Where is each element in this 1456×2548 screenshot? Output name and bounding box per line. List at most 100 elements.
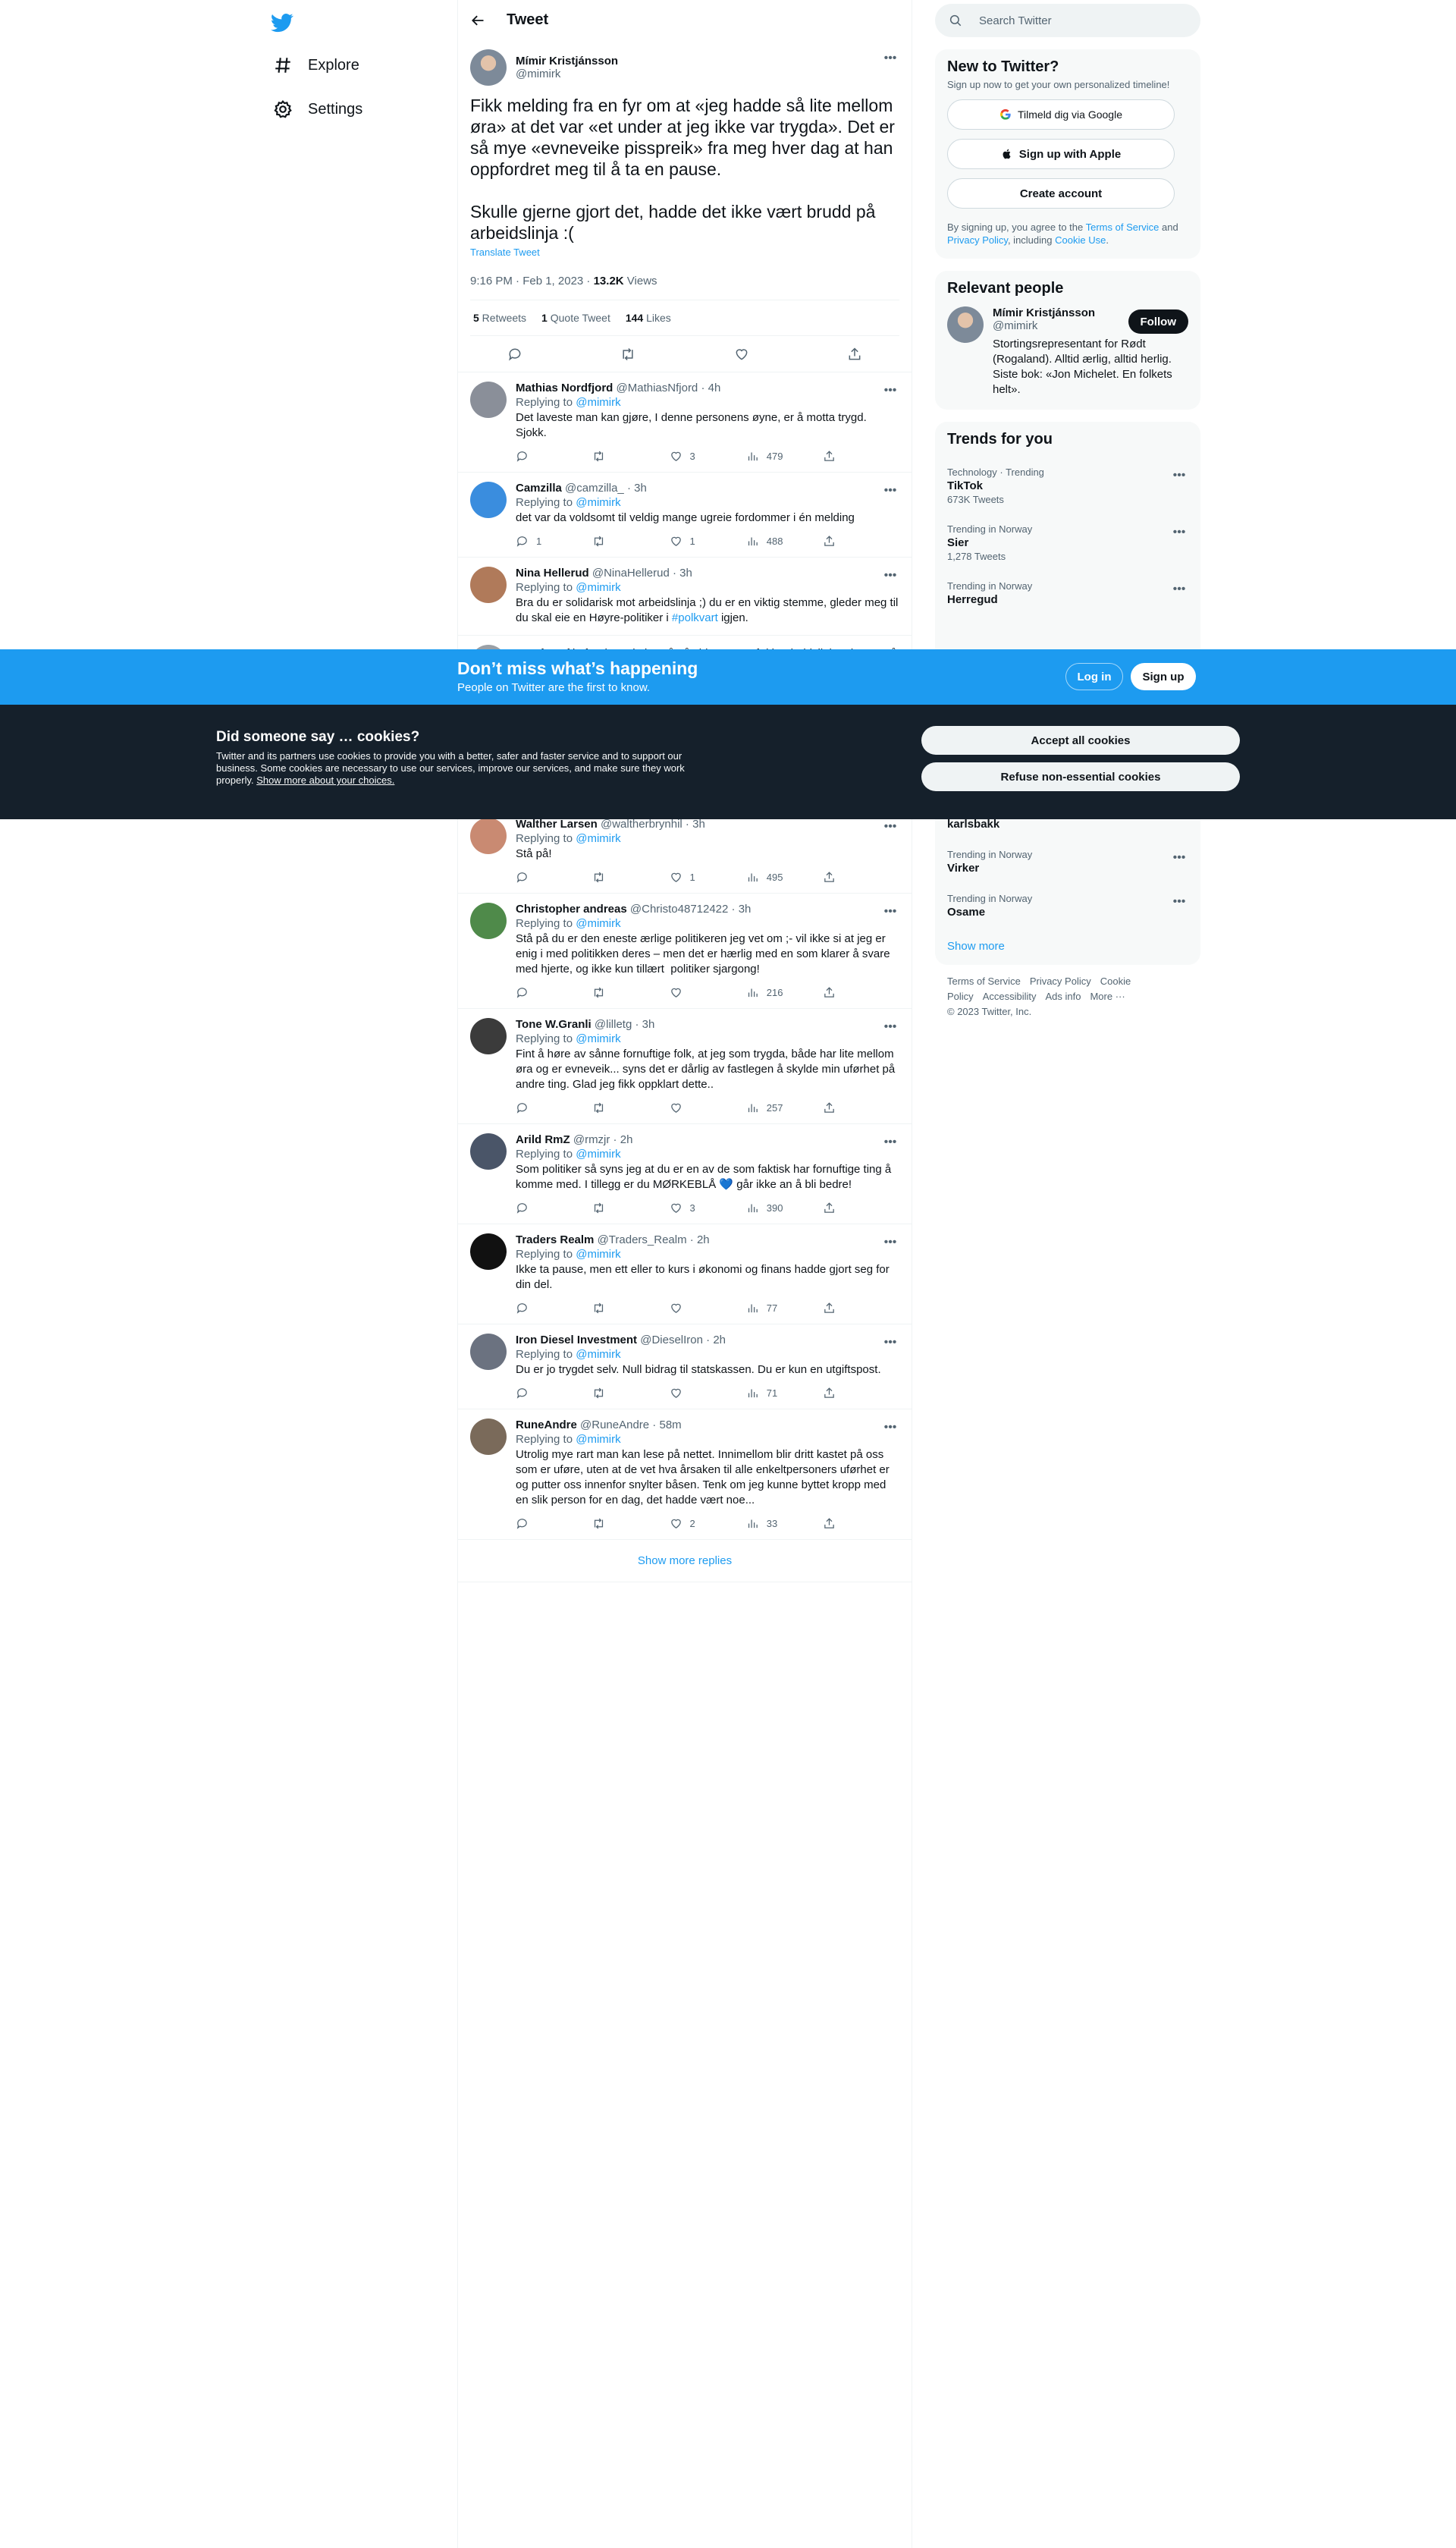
avatar[interactable] [470, 818, 507, 854]
reply-tweet[interactable]: Mathias Nordfjord @MathiasNfjord · 4h Rep… [458, 372, 912, 473]
replying-to-link[interactable]: @mimirk [576, 581, 620, 594]
like-button[interactable]: 1 [670, 535, 715, 548]
avatar[interactable] [470, 903, 507, 939]
avatar[interactable] [470, 1419, 507, 1455]
reply-author-name[interactable]: Christopher andreas [516, 903, 627, 916]
nav-settings[interactable]: Settings [267, 90, 369, 129]
reply-button[interactable] [516, 450, 561, 463]
signup-button[interactable]: Sign up [1131, 663, 1196, 690]
reply-author-handle[interactable]: @NinaHellerud [592, 567, 670, 580]
privacy-link[interactable]: Privacy Policy [947, 234, 1008, 246]
replying-to-link[interactable]: @mimirk [576, 1348, 620, 1361]
like-button[interactable]: 2 [670, 1517, 715, 1530]
avatar[interactable] [947, 306, 984, 343]
retweet-button[interactable] [592, 871, 638, 884]
reply-button[interactable] [516, 1302, 561, 1315]
retweet-button[interactable] [592, 1101, 638, 1114]
reply-tweet[interactable]: Christopher andreas @Christo48712422 · 3… [458, 894, 912, 1009]
translate-tweet-link[interactable]: Translate Tweet [470, 247, 899, 258]
reply-button[interactable] [516, 1202, 561, 1214]
reply-author-name[interactable]: Camzilla [516, 482, 562, 495]
reply-tweet[interactable]: Traders Realm @Traders_Realm · 2h Replyin… [458, 1224, 912, 1324]
replying-to-link[interactable]: @mimirk [576, 917, 620, 930]
views-button[interactable]: 216 [746, 986, 792, 999]
more-options-icon[interactable]: ••• [881, 903, 899, 921]
create-account-button[interactable]: Create account [947, 178, 1175, 209]
reply-time[interactable]: · 3h [682, 818, 705, 831]
likes-stat[interactable]: 144 Likes [626, 312, 671, 324]
retweet-button[interactable] [592, 1302, 638, 1315]
like-button[interactable] [670, 1101, 715, 1114]
reply-time[interactable]: · 3h [728, 903, 752, 916]
cookie-use-link[interactable]: Cookie Use [1055, 234, 1106, 246]
more-options-icon[interactable]: ••• [1170, 580, 1188, 599]
like-button[interactable] [670, 986, 715, 999]
reply-time[interactable]: · 3h [670, 567, 692, 580]
reply-author-handle[interactable]: @camzilla_ [565, 482, 624, 495]
like-button[interactable]: 3 [670, 450, 715, 463]
retweet-button[interactable] [592, 535, 638, 548]
search-input[interactable]: Search Twitter [979, 14, 1052, 27]
avatar[interactable] [470, 1233, 507, 1270]
reply-author-name[interactable]: Walther Larsen [516, 818, 598, 831]
avatar[interactable] [470, 1334, 507, 1370]
replying-to-link[interactable]: @mimirk [576, 1032, 620, 1045]
reply-button[interactable] [516, 1101, 561, 1114]
search-box[interactable]: Search Twitter [935, 4, 1200, 37]
show-more-replies-button[interactable]: Show more replies [458, 1540, 912, 1582]
nav-explore[interactable]: Explore [267, 46, 366, 85]
retweet-button[interactable] [592, 1517, 638, 1530]
views-button[interactable]: 33 [746, 1517, 792, 1530]
reply-tweet[interactable]: Nina Hellerud @NinaHellerud · 3h Replying… [458, 558, 912, 636]
reply-author-handle[interactable]: @rmzjr [573, 1133, 610, 1146]
avatar[interactable] [470, 382, 507, 418]
twitter-logo-icon[interactable] [267, 8, 297, 38]
reply-icon[interactable] [507, 347, 522, 362]
reply-author-handle[interactable]: @lilletg [595, 1018, 632, 1031]
reply-time[interactable]: · 2h [687, 1233, 710, 1246]
trend-item[interactable]: Technology · Trending TikTok 673K Tweets ••… [935, 457, 1200, 514]
cookie-more-link[interactable]: Show more about your choices. [256, 774, 394, 786]
reply-tweet[interactable]: RuneAndre @RuneAndre · 58m Replying to @m… [458, 1409, 912, 1540]
views-button[interactable]: 390 [746, 1202, 792, 1214]
reply-time[interactable]: · 58m [649, 1419, 681, 1431]
trend-item[interactable]: Trending in Norway Sier 1,278 Tweets ••• [935, 514, 1200, 571]
reply-time[interactable]: · 2h [610, 1133, 633, 1146]
share-button[interactable] [823, 535, 838, 548]
apple-signup-button[interactable]: Sign up with Apple [947, 139, 1175, 169]
tweet-timestamp[interactable]: 9:16 PM · Feb 1, 2023 · [470, 275, 594, 287]
views-button[interactable]: 479 [746, 450, 792, 463]
like-button[interactable] [670, 1302, 715, 1315]
avatar[interactable] [470, 567, 507, 603]
share-button[interactable] [823, 1517, 838, 1530]
reply-author-handle[interactable]: @Christo48712422 [630, 903, 728, 916]
replying-to-link[interactable]: @mimirk [576, 496, 620, 509]
author-name[interactable]: Mímir Kristjánsson [516, 55, 618, 68]
share-button[interactable] [823, 871, 838, 884]
reply-author-name[interactable]: RuneAndre [516, 1419, 577, 1431]
reply-author-name[interactable]: Nina Hellerud [516, 567, 589, 580]
views-button[interactable]: 77 [746, 1302, 792, 1315]
share-button[interactable] [823, 450, 838, 463]
more-options-icon[interactable]: ••• [881, 49, 899, 68]
more-options-icon[interactable]: ••• [1170, 523, 1188, 542]
views-button[interactable]: 488 [746, 535, 792, 548]
retweet-button[interactable] [592, 450, 638, 463]
share-button[interactable] [823, 1202, 838, 1214]
reply-button[interactable] [516, 871, 561, 884]
more-options-icon[interactable]: ••• [881, 1334, 899, 1352]
trend-item[interactable]: Trending in Norway Herregud ••• [935, 571, 1200, 615]
replying-to-link[interactable]: @mimirk [576, 1433, 620, 1446]
views-button[interactable]: 495 [746, 871, 792, 884]
avatar[interactable] [470, 1018, 507, 1054]
reply-tweet[interactable]: Camzilla @camzilla_ · 3h Replying to @mim… [458, 473, 912, 558]
reply-author-handle[interactable]: @Traders_Realm [598, 1233, 687, 1246]
share-button[interactable] [823, 986, 838, 999]
replying-to-link[interactable]: @mimirk [576, 396, 620, 409]
like-button[interactable]: 1 [670, 871, 715, 884]
trend-item[interactable]: Trending in Norway Virker ••• [935, 840, 1200, 884]
like-button[interactable] [670, 1387, 715, 1400]
avatar[interactable] [470, 1133, 507, 1170]
retweet-button[interactable] [592, 986, 638, 999]
views-button[interactable]: 257 [746, 1101, 792, 1114]
